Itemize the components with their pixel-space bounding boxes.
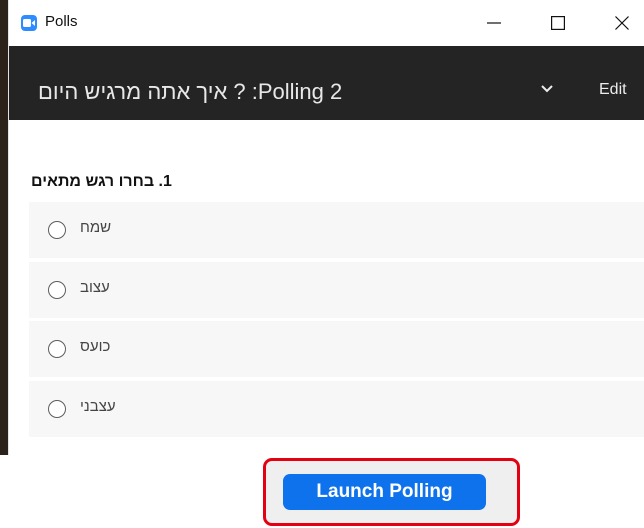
chevron-down-icon[interactable]	[539, 82, 555, 94]
poll-option[interactable]: עצבני	[29, 381, 644, 437]
minimize-button[interactable]	[471, 2, 517, 44]
option-label: עצבני	[80, 398, 116, 415]
radio-button[interactable]	[48, 340, 66, 358]
window-title: Polls	[45, 13, 78, 30]
option-label: כועס	[80, 338, 111, 355]
poll-option[interactable]: שמח	[29, 202, 644, 258]
background-window-edge	[0, 0, 8, 455]
radio-button[interactable]	[48, 400, 66, 418]
poll-title: Polling 2: ? איך אתה מרגיש היום	[38, 79, 343, 104]
maximize-icon	[551, 16, 565, 30]
option-label: שמח	[80, 219, 112, 236]
question-text: 1. בחרו רגש מתאים	[31, 173, 172, 190]
zoom-app-icon	[21, 15, 37, 31]
poll-header: Polling 2: ? איך אתה מרגיש היום Edit	[9, 46, 644, 120]
poll-option[interactable]: כועס	[29, 321, 644, 377]
maximize-button[interactable]	[535, 2, 581, 44]
poll-option[interactable]: עצוב	[29, 262, 644, 318]
edit-button[interactable]: Edit	[599, 81, 627, 99]
launch-highlight-box: Launch Polling	[263, 458, 520, 526]
close-icon	[615, 16, 629, 30]
polls-window: Polls Polling 2: ? איך אתה מרגיש היום Ed…	[8, 0, 644, 455]
option-label: עצוב	[80, 279, 110, 296]
poll-content: 1. בחרו רגש מתאים שמח עצוב כועס עצבני	[9, 120, 644, 455]
minimize-icon	[487, 22, 501, 24]
close-button[interactable]	[599, 2, 644, 44]
radio-button[interactable]	[48, 281, 66, 299]
launch-polling-button[interactable]: Launch Polling	[283, 474, 486, 510]
title-bar[interactable]: Polls	[9, 0, 644, 46]
radio-button[interactable]	[48, 221, 66, 239]
